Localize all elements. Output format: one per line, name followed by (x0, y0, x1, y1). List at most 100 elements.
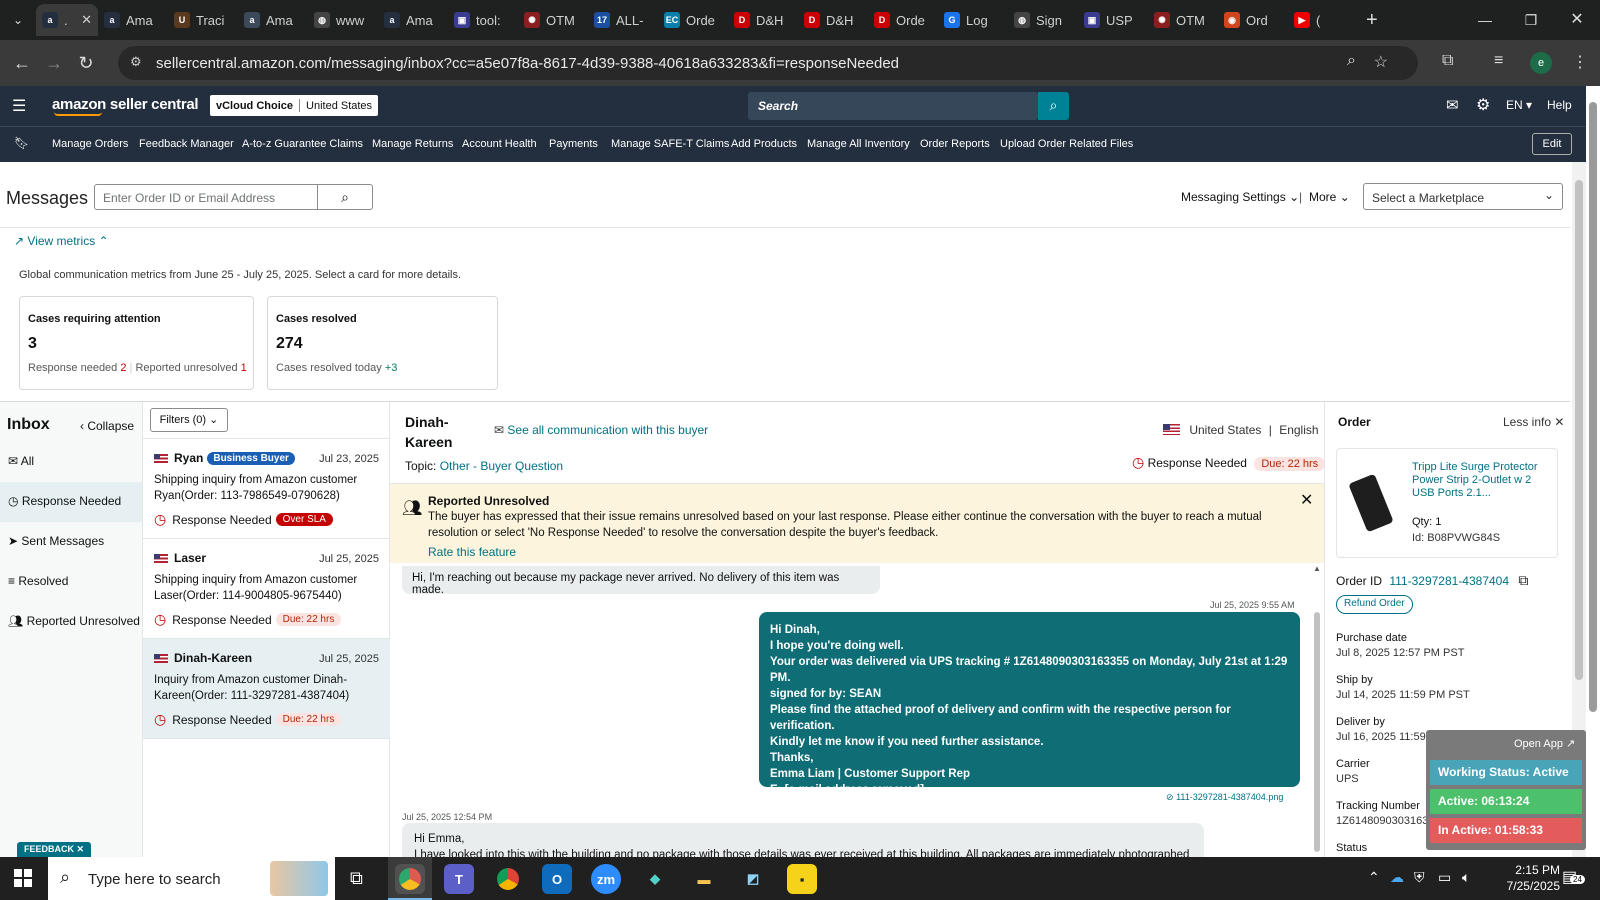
show-hidden-icons[interactable]: ⌃ (1368, 869, 1380, 886)
notifications-icon[interactable]: ▤ 24 (1562, 867, 1585, 887)
inbox-nav-response-needed[interactable]: ◷ Response Needed (0, 482, 142, 522)
open-app-button[interactable]: Open App ↗ (1514, 737, 1575, 750)
thread-scrollbar[interactable]: ▲ (1312, 564, 1322, 857)
product-title-link[interactable]: Tripp Lite Surge Protector Power Strip 2… (1412, 461, 1552, 500)
filters-button[interactable]: Filters (0) ⌄ (150, 408, 228, 432)
bookmark-icon[interactable]: 🔖︎ (14, 136, 29, 150)
new-tab-icon[interactable]: + (1366, 9, 1378, 32)
restore-icon[interactable]: ❐ (1508, 0, 1554, 40)
global-search-button[interactable]: ⌕ (1038, 92, 1069, 120)
tab-search-icon[interactable]: ⌄ (0, 4, 36, 36)
see-all-communication-link[interactable]: ✉ See all communication with this buyer (494, 423, 708, 437)
marketplace-select[interactable]: Select a Marketplace ⌄ (1363, 183, 1563, 210)
zoom-icon[interactable]: ⌕ (1347, 52, 1356, 70)
conversation-item[interactable]: Dinah-Kareen Jul 25, 2025 Inquiry from Ama… (143, 639, 390, 739)
profile-avatar[interactable]: e (1530, 52, 1552, 74)
security-icon[interactable]: ⛨ (1414, 869, 1425, 886)
nav-bookmark-link[interactable]: Upload Order Related Files (1000, 138, 1133, 150)
messaging-settings-dropdown[interactable]: Messaging Settings ⌄ (1181, 190, 1299, 204)
language-selector[interactable]: EN ▾ (1506, 98, 1532, 112)
browser-tab[interactable]: ✺ OTM (518, 4, 588, 36)
media-control-icon[interactable]: ≡ (1494, 52, 1503, 70)
browser-tab[interactable]: EC Orde (658, 4, 728, 36)
network-icon[interactable]: ▭ (1438, 869, 1451, 886)
mail-icon[interactable]: ✉ (1446, 96, 1459, 114)
browser-tab[interactable]: a. ✕ (36, 4, 98, 36)
nav-bookmark-link[interactable]: Add Products (731, 138, 797, 150)
close-tab-icon[interactable]: ✕ (81, 12, 92, 28)
nav-bookmark-link[interactable]: Order Reports (920, 138, 990, 150)
browser-tab[interactable]: U Traci (168, 4, 238, 36)
browser-tab[interactable]: a Ama (238, 4, 308, 36)
global-search-input[interactable]: Search (758, 99, 798, 113)
global-search[interactable]: Search (748, 92, 1038, 120)
reload-icon[interactable]: ↻ (70, 47, 102, 79)
messages-scroll-area[interactable]: Hi, I'm reaching out because my package … (390, 564, 1324, 857)
copy-icon[interactable]: ⧉ (1518, 572, 1528, 588)
nav-bookmark-link[interactable]: Manage Returns (372, 138, 453, 150)
account-switcher[interactable]: vCloud Choice United States (210, 95, 379, 116)
collapse-button[interactable]: ‹ Collapse (80, 419, 134, 433)
refund-order-button[interactable]: Refund Order (1336, 595, 1413, 614)
outlook-taskbar-icon[interactable]: O (542, 864, 572, 894)
extensions-icon[interactable]: ⧉ (1442, 52, 1453, 70)
browser-tab[interactable]: ◍ www (308, 4, 378, 36)
cases-requiring-attention-card[interactable]: Cases requiring attention 3 Response nee… (19, 296, 254, 390)
nav-bookmark-link[interactable]: Manage SAFE-T Claims (611, 138, 729, 150)
rate-feature-link[interactable]: Rate this feature (428, 545, 516, 559)
browser-tab[interactable]: ▣ USP (1078, 4, 1148, 36)
nav-bookmark-link[interactable]: Manage Orders (52, 138, 128, 150)
hamburger-menu-icon[interactable]: ☰ (12, 96, 26, 116)
topic-value[interactable]: Other - Buyer Question (440, 459, 563, 473)
app-taskbar-icon[interactable]: ◩ (738, 864, 768, 894)
browser-scrollbar[interactable] (1586, 86, 1600, 857)
view-metrics-toggle[interactable]: ↗ View metrics ⌃ (14, 234, 109, 248)
cases-resolved-card[interactable]: Cases resolved 274 Cases resolved today … (267, 296, 498, 390)
volume-icon[interactable]: 🔈︎ (1462, 869, 1470, 886)
nav-bookmark-link[interactable]: Account Health (462, 138, 537, 150)
teams-taskbar-icon[interactable]: T (444, 864, 474, 894)
browser-tab[interactable]: ✺ OTM (1148, 4, 1218, 36)
less-info-button[interactable]: Less info ✕ (1503, 415, 1564, 429)
browser-tab[interactable]: a Ama (378, 4, 448, 36)
amazon-logo[interactable]: amazon seller central (52, 96, 199, 113)
attachment-link[interactable]: ⊘ 111-3297281-4387404.png (1166, 792, 1283, 803)
address-bar[interactable]: ⚙ sellercentral.amazon.com/messaging/inb… (118, 46, 1418, 80)
windows-start-icon[interactable] (14, 869, 32, 887)
zoom-taskbar-icon[interactable]: zm (591, 864, 621, 894)
nav-bookmark-link[interactable]: A-to-z Guarantee Claims (242, 138, 363, 150)
back-icon[interactable]: ← (6, 47, 38, 79)
product-card[interactable]: Tripp Lite Surge Protector Power Strip 2… (1336, 448, 1558, 558)
chrome-profile-taskbar-icon[interactable] (493, 864, 523, 894)
browser-menu-icon[interactable]: ⋮ (1572, 52, 1588, 72)
onedrive-icon[interactable]: ☁ (1390, 869, 1404, 886)
browser-tab[interactable]: ▣ tool: (448, 4, 518, 36)
nav-bookmark-link[interactable]: Feedback Manager (139, 138, 234, 150)
browser-tab[interactable]: ▶( (1288, 4, 1358, 36)
browser-tab[interactable]: ◉ Ord (1218, 4, 1288, 36)
browser-tab[interactable]: 17 ALL- (588, 4, 658, 36)
site-info-icon[interactable]: ⚙ (130, 54, 142, 70)
nav-bookmark-link[interactable]: Payments (549, 138, 598, 150)
close-alert-icon[interactable]: ✕ (1300, 490, 1313, 510)
file-explorer-taskbar-icon[interactable]: ▬ (689, 864, 719, 894)
help-link[interactable]: Help (1547, 98, 1572, 112)
clock[interactable]: 2:15 PM 7/25/2025 (1490, 862, 1560, 894)
browser-tab[interactable]: D D&H (728, 4, 798, 36)
conversation-item[interactable]: Ryan Business Buyer Jul 23, 2025 Shipping i… (143, 439, 390, 539)
browser-tab[interactable]: D Orde (868, 4, 938, 36)
conversation-item[interactable]: Laser Jul 25, 2025 Shipping inquiry from A… (143, 539, 390, 639)
taskbar-search[interactable]: ⌕ Type here to search (48, 857, 335, 900)
browser-tab[interactable]: D D&H (798, 4, 868, 36)
app-taskbar-icon[interactable]: ◆ (640, 864, 670, 894)
bookmark-star-icon[interactable]: ☆ (1374, 52, 1388, 72)
inbox-nav-all[interactable]: ✉ All (0, 442, 142, 482)
browser-tab[interactable]: ◍ Sign (1008, 4, 1078, 36)
inbox-nav-resolved[interactable]: ≡ Resolved (0, 562, 142, 602)
order-search-button[interactable]: ⌕ (318, 184, 373, 210)
task-view-icon[interactable]: ⧉ (350, 868, 363, 889)
settings-gear-icon[interactable]: ⚙ (1476, 95, 1490, 115)
feedback-button[interactable]: FEEDBACK ✕ (17, 842, 92, 858)
edit-bookmarks-button[interactable]: Edit (1532, 133, 1572, 155)
order-id-link[interactable]: 111-3297281-4387404 (1389, 574, 1509, 588)
